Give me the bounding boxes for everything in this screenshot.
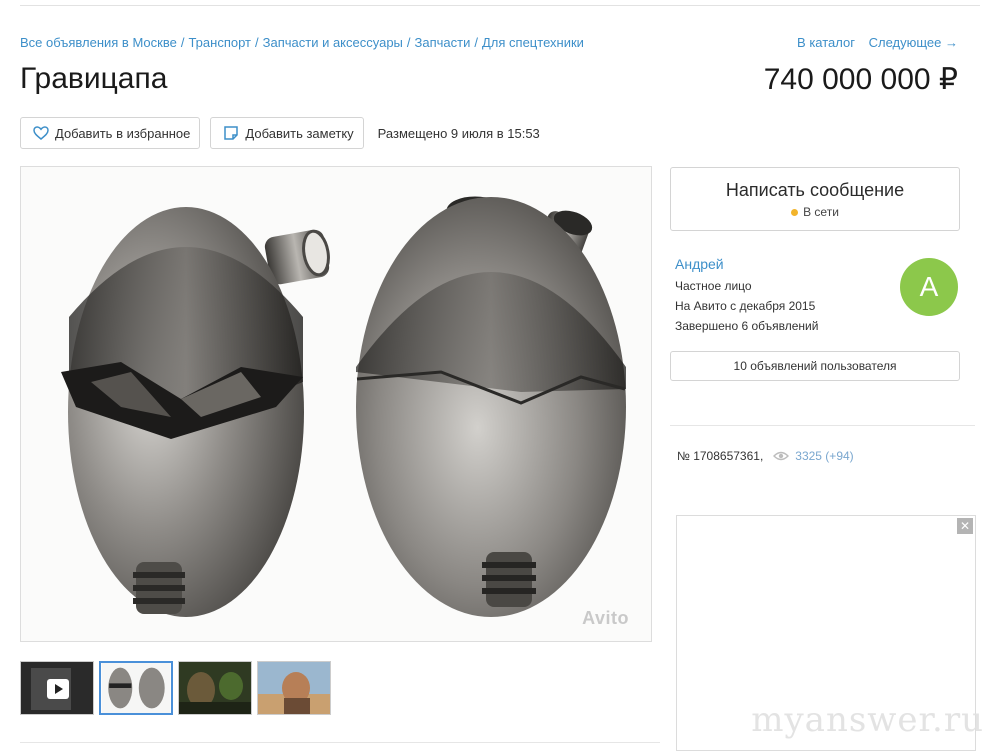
posted-date: Размещено 9 июля в 15:53 (377, 125, 540, 141)
ad-stats: № 1708657361, 3325 (+94) (677, 449, 854, 463)
thumb-gravitsapa[interactable] (99, 661, 173, 715)
seller-since: На Авито с декабря 2015 (675, 299, 816, 313)
gravitsapa-thumbnail-image (101, 663, 171, 713)
catalog-nav: В каталог Следующее → (787, 35, 958, 50)
online-dot-icon (791, 208, 799, 216)
divider (20, 742, 660, 743)
breadcrumb-transport[interactable]: Транспорт (188, 35, 251, 50)
add-to-favorites-button[interactable]: Добавить в избранное (20, 117, 201, 149)
seller-info: Андрей Частное лицо На Авито с декабря 2… (675, 256, 875, 336)
top-header-strip (20, 0, 980, 6)
add-to-favorites-label: Добавить в избранное (55, 125, 191, 141)
breadcrumb-separator: / (474, 35, 478, 50)
breadcrumb-separator: / (180, 35, 185, 50)
seller-avatar[interactable]: A (900, 258, 958, 316)
write-message-label: Написать сообщение (725, 180, 905, 200)
online-status-label: В сети (803, 205, 839, 219)
main-photo[interactable]: Avito (20, 166, 652, 642)
ad-number: № 1708657361, (677, 449, 764, 463)
breadcrumb-all-ads[interactable]: Все объявления в Москве (20, 35, 177, 50)
seller-name-link[interactable]: Андрей (675, 256, 875, 272)
online-status: В сети (671, 205, 959, 219)
breadcrumb-separator: / (406, 35, 411, 50)
scene-thumbnail-image (258, 662, 330, 714)
breadcrumb-parts[interactable]: Запчасти (415, 35, 471, 50)
to-catalog-link[interactable]: В каталог (797, 35, 855, 50)
view-count-value: 3325 (+94) (795, 449, 854, 463)
add-note-label: Добавить заметку (245, 125, 354, 141)
listing-title: Гравицапа (20, 62, 168, 95)
eye-icon (773, 451, 790, 461)
thumb-scene-1[interactable] (178, 661, 252, 715)
thumb-video[interactable] (20, 661, 94, 715)
view-count: 3325 (+94) (773, 449, 854, 463)
thumbnail-strip (20, 661, 336, 715)
breadcrumb: Все объявления в Москве / Транспорт / Запчас… (20, 35, 584, 50)
seller-type: Частное лицо (675, 279, 752, 293)
breadcrumb-special-machinery[interactable]: Для спецтехники (482, 35, 584, 50)
site-watermark: myanswer.ru (751, 700, 984, 740)
close-ad-icon[interactable]: ✕ (957, 518, 973, 534)
seller-completed-ads: Завершено 6 объявлений (675, 319, 819, 333)
user-ads-button[interactable]: 10 объявлений пользователя (670, 351, 960, 381)
write-message-button[interactable]: Написать сообщение В сети (670, 167, 960, 231)
breadcrumb-parts-accessories[interactable]: Запчасти и аксессуары (263, 35, 403, 50)
listing-price: 740 000 000 ₽ (763, 63, 958, 96)
note-icon (223, 125, 239, 141)
play-icon (47, 679, 69, 699)
add-note-button[interactable]: Добавить заметку (210, 117, 364, 149)
listing-actions: Добавить в избранное Добавить заметку Ра… (20, 117, 540, 149)
scene-thumbnail-image (179, 662, 251, 714)
photo-watermark: Avito (582, 608, 629, 628)
heart-icon (33, 125, 49, 141)
thumb-scene-2[interactable] (257, 661, 331, 715)
breadcrumb-separator: / (255, 35, 259, 50)
divider (670, 425, 975, 426)
next-ad-link[interactable]: Следующее → (869, 35, 958, 50)
gravitsapa-photo (21, 167, 651, 641)
